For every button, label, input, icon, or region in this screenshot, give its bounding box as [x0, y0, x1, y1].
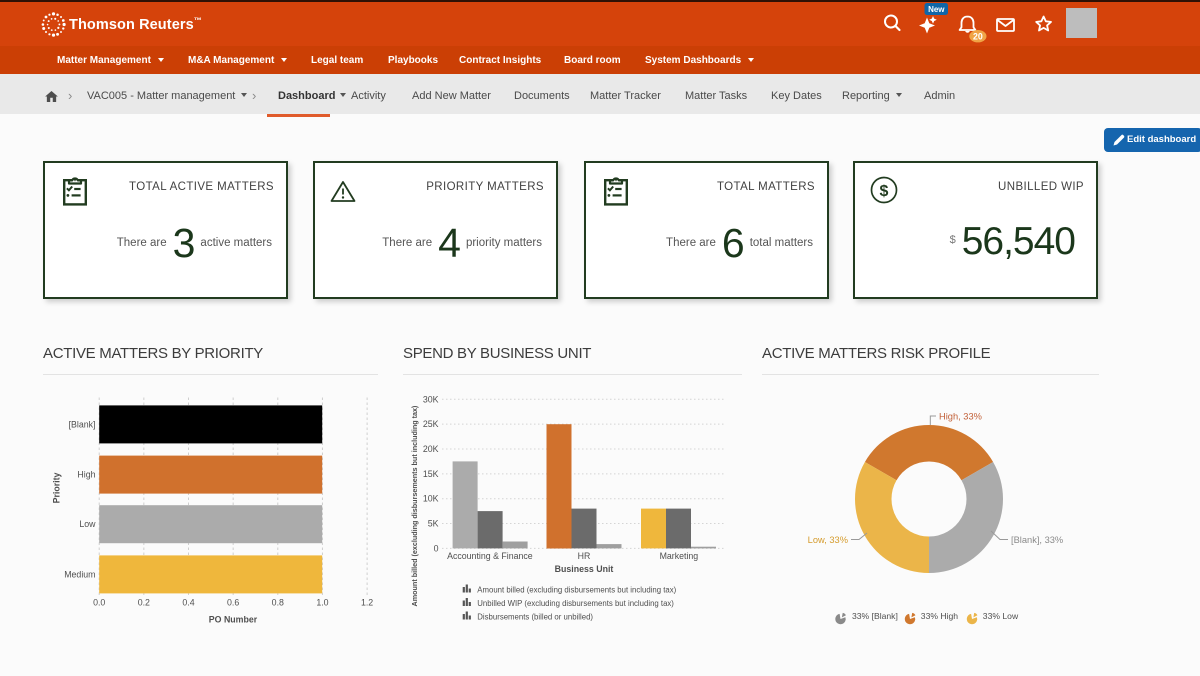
svg-text:High, 33%: High, 33%	[939, 412, 982, 422]
svg-text:Disbursements (billed or unbil: Disbursements (billed or unbilled)	[477, 612, 593, 621]
svg-text:0.8: 0.8	[272, 598, 284, 608]
svg-text:Low: Low	[79, 519, 96, 529]
svg-text:Low, 33%: Low, 33%	[808, 535, 848, 545]
svg-text:[Blank], 33%: [Blank], 33%	[1011, 535, 1063, 545]
svg-text:Amount billed (excluding disbu: Amount billed (excluding disbursements b…	[477, 585, 676, 594]
svg-text:33% Low: 33% Low	[983, 611, 1019, 621]
svg-text:Marketing: Marketing	[660, 551, 699, 561]
svg-text:20K: 20K	[423, 444, 439, 454]
svg-text:0.4: 0.4	[182, 598, 194, 608]
svg-text:30K: 30K	[423, 394, 439, 404]
svg-text:1.0: 1.0	[316, 598, 328, 608]
svg-text:10K: 10K	[423, 494, 439, 504]
svg-text:PO Number: PO Number	[209, 615, 258, 625]
svg-text:HR: HR	[578, 551, 591, 561]
svg-text:Medium: Medium	[64, 569, 95, 579]
svg-text:15K: 15K	[423, 469, 439, 479]
svg-text:0.2: 0.2	[138, 598, 150, 608]
svg-text:25K: 25K	[423, 419, 439, 429]
svg-text:0: 0	[434, 543, 439, 553]
svg-text:Amount billed (excluding disbu: Amount billed (excluding disbursements b…	[410, 405, 419, 606]
svg-text:0.6: 0.6	[227, 598, 239, 608]
svg-text:Accounting & Finance: Accounting & Finance	[447, 551, 533, 561]
svg-text:1.2: 1.2	[361, 598, 373, 608]
svg-text:New: New	[928, 5, 945, 14]
svg-text:$: $	[880, 183, 889, 200]
svg-text:Business Unit: Business Unit	[555, 564, 614, 574]
svg-text:5K: 5K	[428, 519, 439, 529]
svg-text:High: High	[77, 470, 95, 480]
svg-text:Priority: Priority	[52, 473, 62, 504]
svg-text:33% High: 33% High	[921, 611, 958, 621]
svg-text:[Blank]: [Blank]	[69, 419, 96, 429]
svg-text:20: 20	[973, 31, 983, 41]
svg-text:0.0: 0.0	[93, 598, 105, 608]
svg-text:Unbilled WIP (excluding disbur: Unbilled WIP (excluding disbursements bu…	[477, 599, 674, 608]
svg-text:33% [Blank]: 33% [Blank]	[852, 611, 898, 621]
